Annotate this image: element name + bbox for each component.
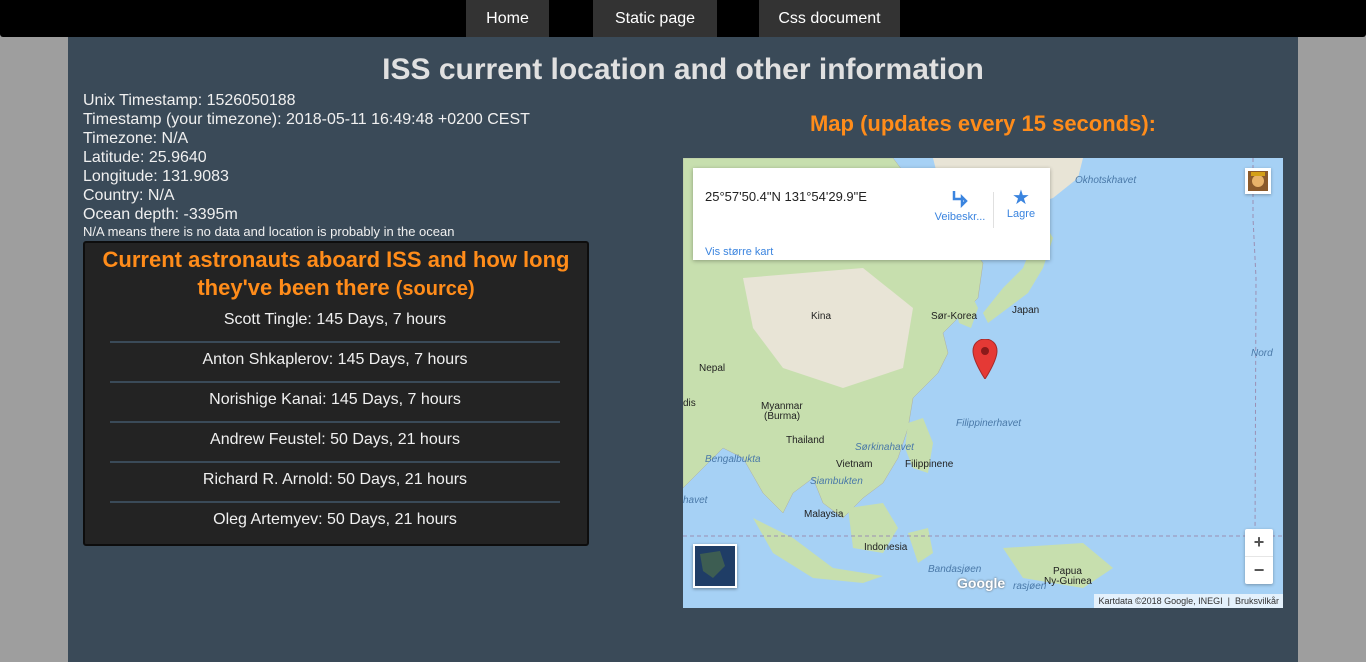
google-map[interactable]: Okhotskhavet Kina Sør-Korea Japan Nord N… — [683, 158, 1283, 608]
map-label-ny-guinea: Ny-Guinea — [1044, 576, 1092, 587]
main-content: ISS current location and other informati… — [68, 37, 1298, 662]
astronauts-heading: Current astronauts aboard ISS and how lo… — [102, 247, 570, 300]
top-navigation: Home Static page Css document — [0, 0, 1366, 37]
map-label-siambukten: Siambukten — [810, 476, 863, 487]
location-marker-icon[interactable] — [972, 339, 998, 379]
map-label-sor-korea: Sør-Korea — [931, 311, 978, 322]
nav-css-document-button[interactable]: Css document — [759, 0, 900, 37]
map-label-indonesia: Indonesia — [864, 542, 908, 553]
directions-icon — [952, 191, 968, 209]
map-label-sorkinahavet: Sørkinahavet — [855, 442, 914, 453]
unix-timestamp: Unix Timestamp: 1526050188 — [83, 92, 296, 109]
map-label-thailand: Thailand — [786, 435, 825, 446]
astronaut-item: Scott Tingle: 145 Days, 7 hours — [110, 303, 560, 343]
map-title: Map (updates every 15 seconds): — [809, 111, 1156, 136]
map-label-malaysia: Malaysia — [804, 509, 844, 520]
google-logo: Google — [957, 575, 1006, 591]
zoom-out-button[interactable]: − — [1245, 556, 1273, 584]
save-button[interactable]: ★ Lagre — [986, 188, 1056, 220]
astronaut-item: Norishige Kanai: 145 Days, 7 hours — [110, 383, 560, 423]
nav-home-button[interactable]: Home — [466, 0, 549, 37]
map-label-bandasjoen: Bandasjøen — [928, 564, 982, 575]
map-label-kina: Kina — [811, 311, 832, 322]
iss-info-panel: Unix Timestamp: 1526050188 Timestamp (yo… — [83, 91, 530, 240]
astronaut-item: Oleg Artemyev: 50 Days, 21 hours — [213, 511, 457, 528]
directions-label: Veibeskr... — [934, 211, 986, 223]
astronaut-item: Anton Shkaplerov: 145 Days, 7 hours — [110, 343, 560, 383]
zoom-controls: + − — [1245, 529, 1273, 584]
user-avatar-icon[interactable] — [1245, 168, 1271, 194]
map-label-filippinerhavet: Filippinerhavet — [956, 418, 1022, 429]
astronauts-title: Current astronauts aboard ISS and how lo… — [85, 243, 587, 303]
terms-link[interactable]: Bruksvilkår — [1235, 596, 1279, 606]
ocean-depth: Ocean depth: -3395m — [83, 206, 238, 223]
nav-static-page-button[interactable]: Static page — [593, 0, 717, 37]
country: Country: N/A — [83, 187, 175, 204]
timezone: Timezone: N/A — [83, 130, 189, 147]
map-label-japan: Japan — [1012, 305, 1040, 316]
map-data-credit: Kartdata ©2018 Google, INEGI — [1098, 596, 1223, 606]
map-coordinates: 25°57'50.4"N 131°54'29.9"E — [705, 189, 867, 204]
map-label-burma: (Burma) — [764, 411, 801, 422]
save-label: Lagre — [1006, 208, 1036, 220]
page-title: ISS current location and other informati… — [382, 53, 984, 86]
map-label-arasjoen: rasjøen — [1013, 581, 1047, 592]
zoom-in-button[interactable]: + — [1245, 529, 1273, 556]
map-attribution: Kartdata ©2018 Google, INEGI | Bruksvilk… — [1094, 594, 1283, 608]
latitude: Latitude: 25.9640 — [83, 149, 207, 166]
star-icon: ★ — [1012, 187, 1030, 209]
larger-map-link[interactable]: Vis større kart — [705, 246, 773, 258]
satellite-thumbnail-icon — [695, 546, 735, 586]
longitude: Longitude: 131.9083 — [83, 168, 229, 185]
astronaut-item: Richard R. Arnold: 50 Days, 21 hours — [110, 463, 560, 503]
sulawesi — [908, 528, 933, 563]
timestamp: Timestamp (your timezone): 2018-05-11 16… — [83, 111, 530, 128]
map-label-filippinene: Filippinene — [905, 459, 954, 470]
astronauts-panel: Current astronauts aboard ISS and how lo… — [83, 241, 589, 546]
map-label-bengalbukta: Bengalbukta — [705, 454, 761, 465]
map-info-card: 25°57'50.4"N 131°54'29.9"E Veibeskr... ★… — [693, 168, 1050, 260]
directions-button[interactable]: Veibeskr... — [925, 188, 995, 223]
astronauts-source-link[interactable]: (source) — [396, 278, 475, 300]
astronauts-list: Scott Tingle: 145 Days, 7 hours Anton Sh… — [110, 303, 560, 543]
astronaut-item: Andrew Feustel: 50 Days, 21 hours — [110, 423, 560, 463]
map-label-havet: havet — [683, 495, 708, 506]
info-note: N/A means there is no data and location … — [83, 224, 455, 239]
map-label-dis: dis — [683, 398, 696, 409]
map-label-okhotskhavet: Okhotskhavet — [1075, 175, 1137, 186]
map-label-vietnam: Vietnam — [836, 459, 873, 470]
satellite-toggle-button[interactable] — [693, 544, 737, 588]
map-label-nepal: Nepal — [699, 363, 726, 374]
map-label-nord: Nord — [1251, 348, 1273, 359]
